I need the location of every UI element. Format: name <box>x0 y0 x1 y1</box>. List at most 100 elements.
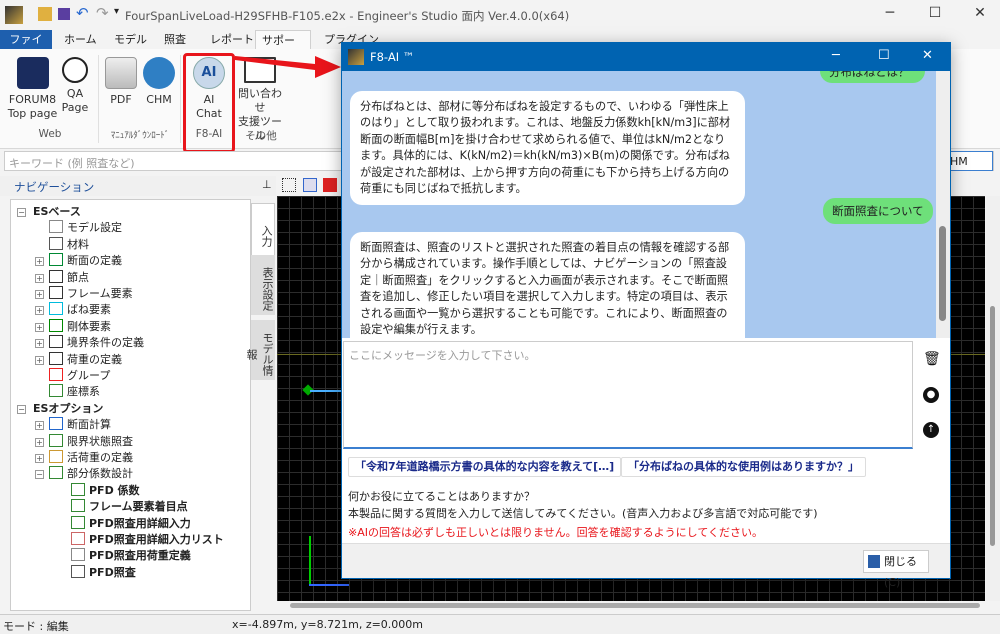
tree-node-icon <box>71 515 85 529</box>
tab-home[interactable]: ホーム <box>58 30 103 49</box>
tree-item[interactable]: 剛体要素 <box>49 318 111 335</box>
message-input[interactable]: ここにメッセージを入力して下さい。 <box>343 341 913 449</box>
collapse-icon[interactable]: − <box>17 404 26 414</box>
tree-node-icon <box>49 236 63 250</box>
side-tab-display-settings[interactable]: 表示設定 <box>251 255 275 315</box>
suggestion-button[interactable]: 「分布ばねの具体的な使用例はありますか？」 <box>621 457 866 477</box>
tree-item-label: 限界状態照査 <box>67 434 133 448</box>
dialog-close-button[interactable]: ✕ <box>922 48 933 63</box>
tree-item[interactable]: 部分係数設計 <box>49 466 133 482</box>
tree-item[interactable]: 断面計算 <box>49 417 111 433</box>
tab-report[interactable]: レポート <box>204 30 260 49</box>
tree-item[interactable]: 節点 <box>49 269 89 286</box>
qa-page-button[interactable]: QA Page <box>60 57 90 115</box>
open-icon[interactable] <box>38 7 52 21</box>
expand-icon[interactable]: + <box>35 290 44 299</box>
tree-node-icon <box>49 466 63 480</box>
expand-icon[interactable]: + <box>35 306 44 316</box>
tree-item[interactable]: グループ <box>49 368 110 384</box>
tree-item[interactable]: 断面の定義 <box>49 253 122 269</box>
quick-access-dropdown-icon[interactable]: ▾ <box>114 6 119 17</box>
search-button-partial[interactable]: HM <box>945 151 993 171</box>
tree-item[interactable]: 活荷重の定義 <box>49 450 133 466</box>
tree-item[interactable]: ESオプション <box>33 401 103 417</box>
collapse-icon[interactable]: − <box>17 208 26 217</box>
save-icon[interactable] <box>58 8 70 20</box>
group-label-web: Web <box>38 128 62 140</box>
pdf-download-button[interactable]: PDF <box>105 57 137 107</box>
tree-node-icon <box>49 253 63 267</box>
expand-icon[interactable]: + <box>35 273 44 283</box>
tab-check[interactable]: 照査 <box>158 30 192 49</box>
viewport-vertical-scrollbar[interactable] <box>986 196 1000 601</box>
close-window-button[interactable]: ✕ <box>970 5 990 21</box>
expand-icon[interactable]: + <box>35 355 44 365</box>
side-tab-input[interactable]: 入力 <box>251 203 275 261</box>
close-button[interactable]: 閉じる(C) <box>863 550 929 589</box>
tree-item[interactable]: PFD照査用詳細入力 <box>71 515 191 532</box>
expand-icon[interactable]: + <box>35 421 44 431</box>
send-arrow-up-icon[interactable]: ↑ <box>923 422 939 438</box>
collapse-icon[interactable]: − <box>35 470 44 480</box>
tree-item[interactable]: 境界条件の定義 <box>49 335 144 351</box>
tree-item[interactable]: PFD 係数 <box>71 482 140 499</box>
microphone-icon[interactable]: ● <box>923 387 939 403</box>
3d-view-icon[interactable] <box>323 178 337 192</box>
navigation-header: ナビゲーション ⊥ <box>0 176 276 196</box>
trash-icon[interactable]: 🗑 <box>923 351 941 367</box>
expand-icon[interactable]: + <box>35 322 44 332</box>
exit-icon <box>868 555 880 568</box>
tree-item-label: 剛体要素 <box>67 319 111 333</box>
tree-item[interactable]: 座標系 <box>49 384 100 400</box>
pin-icon[interactable]: ⊥ <box>262 178 272 191</box>
tree-item[interactable]: PFD照査用荷重定義 <box>71 548 191 564</box>
expand-icon[interactable]: + <box>35 454 44 463</box>
fit-view-icon[interactable] <box>303 178 317 192</box>
viewport-horizontal-scrollbar[interactable] <box>290 603 980 608</box>
ai-chat-button[interactable]: AI AI Chat <box>188 57 230 121</box>
button-label: AI <box>203 93 215 106</box>
tree-item[interactable]: フレーム要素 <box>49 286 133 302</box>
coordinate-readout: x=-4.897m, y=8.721m, z=0.000m <box>232 618 424 631</box>
undo-icon[interactable]: ↶ <box>76 4 89 22</box>
tab-support[interactable]: サポート <box>255 30 311 66</box>
side-tab-model-info[interactable]: モデル情報 <box>245 320 275 380</box>
help-download-icon <box>143 57 175 89</box>
tree-item[interactable]: 材料 <box>49 236 89 253</box>
tree-item-label: 荷重の定義 <box>67 352 122 366</box>
tree-node-icon <box>71 532 85 545</box>
tree-item-label: 節点 <box>67 270 89 284</box>
tree-item[interactable]: モデル設定 <box>49 220 122 236</box>
chm-download-button[interactable]: CHM <box>143 57 175 107</box>
assistant-message: 断面照査は、照査のリストと選択された照査の着目点の情報を確認する部分から構成され… <box>350 232 745 338</box>
dialog-maximize-button[interactable]: ☐ <box>878 48 890 63</box>
redo-icon[interactable]: ↷ <box>96 4 109 22</box>
tree-item-label: PFD照査用荷重定義 <box>89 549 191 563</box>
minimize-button[interactable]: ─ <box>880 5 900 21</box>
tree-item[interactable]: ばね要素 <box>49 302 111 318</box>
tab-model[interactable]: モデル <box>108 30 153 49</box>
tree-node-icon <box>49 384 63 398</box>
dialog-minimize-button[interactable]: ─ <box>832 48 840 63</box>
mode-status: モード : 編集 <box>3 620 69 633</box>
snap-node-icon[interactable] <box>282 178 296 192</box>
status-bar: モード : 編集 x=-4.897m, y=8.721m, z=0.000m <box>0 614 1000 634</box>
tree-item[interactable]: フレーム要素着目点 <box>71 499 188 515</box>
forum8-top-page-button[interactable]: FORUM8 Top page <box>5 57 60 121</box>
tree-item[interactable]: 限界状態照査 <box>49 433 133 450</box>
expand-icon[interactable]: + <box>35 257 44 267</box>
chat-scrollbar[interactable] <box>936 71 950 338</box>
maximize-button[interactable]: ☐ <box>925 5 945 21</box>
tree-item[interactable]: 荷重の定義 <box>49 351 122 368</box>
tree-item[interactable]: ESベース <box>33 204 81 220</box>
tree-item[interactable]: PFD照査用詳細入力リスト <box>71 532 224 548</box>
expand-icon[interactable]: + <box>35 437 44 447</box>
suggestion-button[interactable]: 「令和7年道路橋示方書の具体的な内容を教えて[…] <box>348 457 622 477</box>
expand-icon[interactable]: + <box>35 339 44 349</box>
qa-icon <box>62 57 88 83</box>
chat-history: 分布ばねとは？ 分布ばねとは、部材に等分布ばねを設定するもので、いわゆる「弾性床… <box>342 71 950 338</box>
tree-node-icon <box>49 368 63 381</box>
tree-item[interactable]: PFD照査 <box>71 564 136 581</box>
tab-file[interactable]: ファイル <box>0 30 52 65</box>
navigation-tree: − ESベース モデル設定 材料 + 断面の定義 + 節点 + フレーム要素 + ばね要素 + 剛体要素 +… <box>10 199 251 611</box>
